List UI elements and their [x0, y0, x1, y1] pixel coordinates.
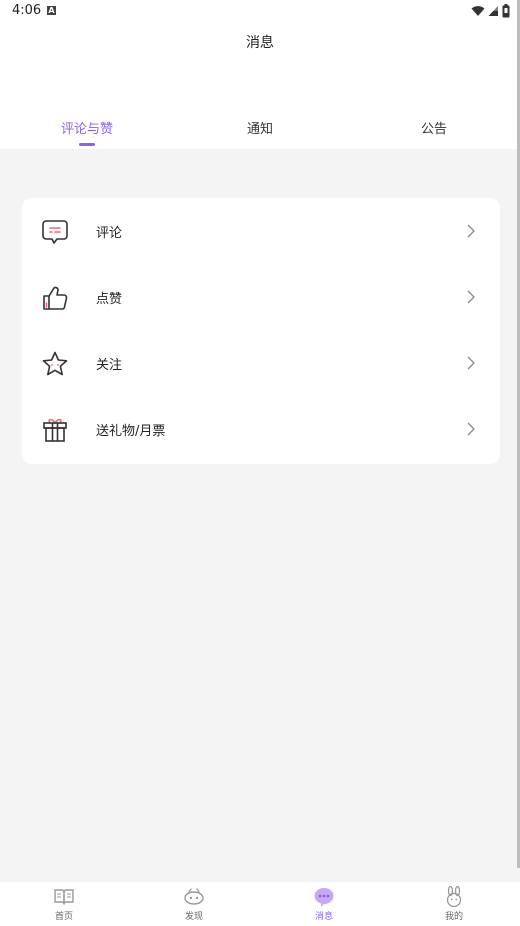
tab-notifications[interactable]: 通知 [200, 118, 320, 137]
nav-label: 消息 [314, 912, 333, 922]
menu-item-comments[interactable]: 评论 [22, 198, 500, 264]
menu-item-likes[interactable]: 点赞 [22, 264, 500, 330]
status-bar: 4:06 A [0, 0, 520, 22]
status-time: 4:06 [12, 3, 42, 18]
nav-label: 我的 [444, 912, 463, 922]
gift-icon [43, 418, 67, 442]
chevron-right-icon [467, 290, 475, 304]
book-icon [54, 889, 74, 905]
menu-item-label: 关注 [96, 358, 123, 373]
tab-announcements[interactable]: 公告 [374, 118, 494, 137]
nav-label: 发现 [184, 912, 203, 922]
thumbs-up-icon [43, 286, 68, 310]
chevron-right-icon [467, 422, 475, 436]
tab-comments-and-likes[interactable]: 评论与赞 [27, 118, 147, 146]
menu-item-gifts-tickets[interactable]: 送礼物/月票 [22, 396, 500, 462]
nav-item-messages[interactable]: 消息 [284, 886, 364, 924]
nav-item-home[interactable]: 首页 [24, 886, 104, 924]
menu-item-label: 评论 [96, 226, 123, 241]
nav-item-discover[interactable]: 发现 [154, 886, 234, 924]
battery-icon [502, 4, 510, 18]
bunny-icon [446, 886, 462, 908]
star-icon [42, 351, 68, 376]
notification-icon: A [47, 6, 56, 15]
active-tab-indicator [79, 143, 95, 146]
wifi-icon [471, 6, 485, 16]
menu-item-follows[interactable]: 关注 [22, 330, 500, 396]
cell-signal-icon [488, 6, 498, 16]
tab-label: 通知 [246, 122, 273, 137]
message-icon [314, 888, 334, 907]
comment-icon [42, 220, 68, 244]
menu-item-label: 送礼物/月票 [96, 424, 166, 439]
tab-bar: 评论与赞 通知 公告 [0, 118, 520, 148]
messages-screen: 4:06 A 消息 评论与赞 通知 公告 评论 点赞 关注 送礼物/月票 首页 … [0, 0, 520, 926]
menu-item-label: 点赞 [96, 292, 123, 307]
chevron-right-icon [467, 224, 475, 238]
chevron-right-icon [467, 356, 475, 370]
message-category-card: 评论 点赞 关注 送礼物/月票 [22, 198, 500, 464]
status-indicators [471, 3, 510, 19]
bottom-nav: 首页 发现 消息 我的 [0, 882, 520, 926]
discover-icon [184, 888, 204, 905]
tab-label: 评论与赞 [60, 122, 113, 137]
nav-label: 首页 [54, 912, 73, 922]
header: 消息 评论与赞 通知 公告 [0, 22, 520, 149]
tab-label: 公告 [420, 122, 447, 137]
page-title: 消息 [246, 35, 274, 51]
nav-item-profile[interactable]: 我的 [414, 886, 494, 924]
